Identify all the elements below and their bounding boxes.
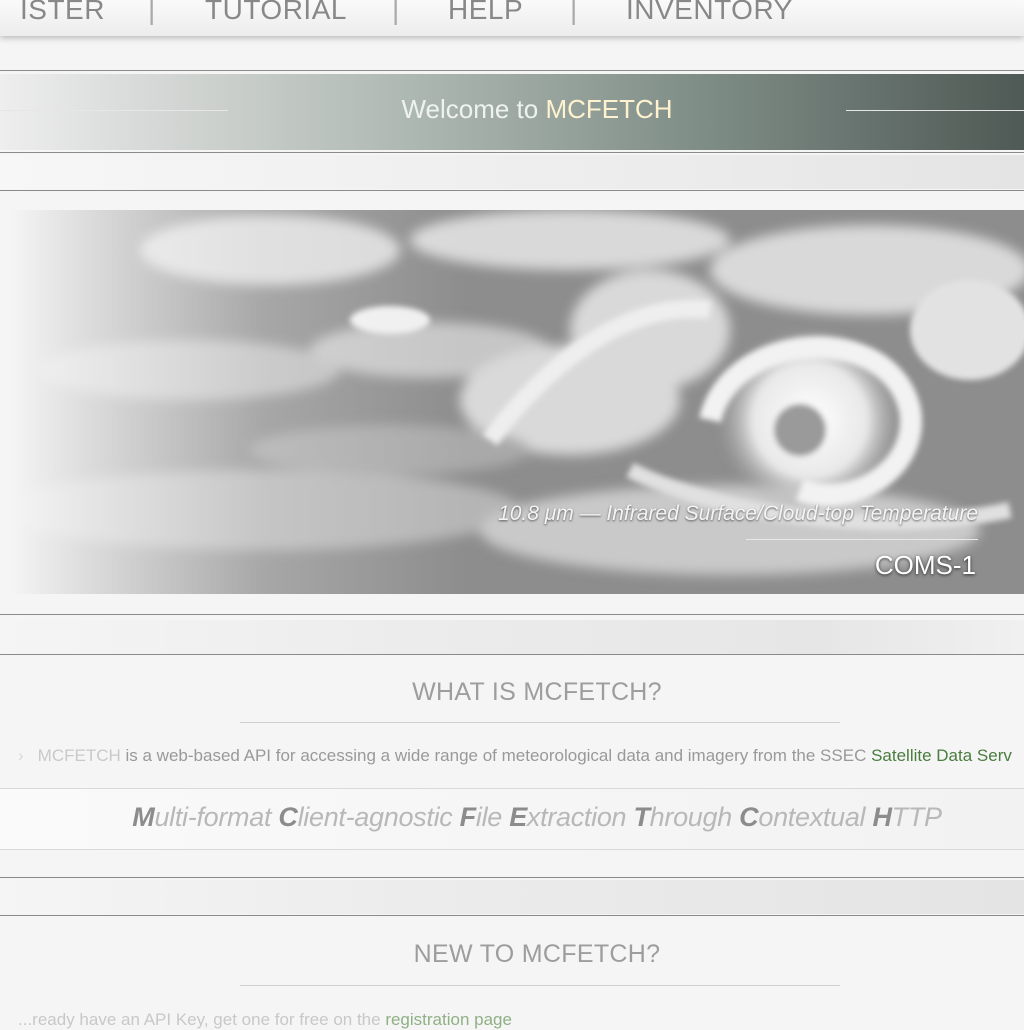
acronym-word: ulti-format: [154, 802, 279, 832]
acronym-word: ile: [475, 802, 510, 832]
caption-rule: [746, 539, 978, 540]
nav-separator: |: [392, 0, 400, 25]
what-is-description: › MCFETCH is a web-based API for accessin…: [18, 746, 1012, 766]
satellite-name: COMS-1: [874, 550, 976, 580]
welcome-prefix: Welcome to: [401, 94, 539, 124]
registration-page-link[interactable]: registration page: [385, 1010, 512, 1029]
decorative-band: [0, 155, 1024, 189]
divider: [0, 915, 1024, 916]
acronym-letter: C: [278, 802, 298, 832]
acronym-word: xtraction: [526, 802, 634, 832]
new-to-title: NEW TO MCFETCH?: [413, 940, 661, 968]
top-nav: ISTER | TUTORIAL | HELP | INVENTORY: [0, 0, 1024, 36]
image-caption: 10.8 μm — Infrared Surface/Cloud-top Tem…: [498, 502, 978, 525]
decorative-band: [0, 620, 1024, 654]
nav-register-link[interactable]: ISTER: [20, 0, 105, 26]
divider: [0, 152, 1024, 153]
acronym-word: TTP: [891, 802, 942, 832]
section-rule: [240, 985, 840, 986]
section-rule: [240, 722, 840, 723]
what-is-title: WHAT IS MCFETCH?: [412, 678, 662, 706]
welcome-banner: Welcome to MCFETCH: [0, 74, 1024, 150]
satellite-image: 10.8 μm — Infrared Surface/Cloud-top Tem…: [10, 210, 1024, 594]
decorative-band: [0, 880, 1024, 914]
acronym-letter: E: [509, 802, 527, 832]
image-fade: [10, 210, 1024, 594]
welcome-brand: MCFETCH: [545, 94, 673, 124]
divider: [0, 70, 1024, 71]
nav-help-link[interactable]: HELP: [448, 0, 523, 26]
nav-separator: |: [570, 0, 578, 25]
nav-inventory-link[interactable]: INVENTORY: [626, 0, 793, 26]
acronym-expansion: Multi-format Client-agnostic File Extrac…: [0, 802, 1024, 833]
chevron-right-icon: ›: [18, 746, 24, 765]
acronym-letter: C: [739, 802, 759, 832]
divider: [0, 614, 1024, 615]
acronym-box: Multi-format Client-agnostic File Extrac…: [0, 788, 1024, 850]
divider: [0, 654, 1024, 655]
acronym-word: hrough: [649, 802, 740, 832]
acronym-word: lient-agnostic: [297, 802, 460, 832]
divider: [0, 877, 1024, 878]
divider: [0, 190, 1024, 191]
description-text: is a web-based API for accessing a wide …: [120, 746, 872, 765]
brand-name: MCFETCH: [37, 746, 121, 765]
satellite-data-services-link[interactable]: Satellite Data Serv: [871, 746, 1012, 765]
intro-text: ...ready have an API Key, get one for fr…: [18, 1010, 386, 1029]
acronym-letter: M: [132, 802, 155, 832]
welcome-title: Welcome to MCFETCH: [0, 94, 1024, 125]
acronym-letter: H: [872, 802, 892, 832]
new-to-intro: ...ready have an API Key, get one for fr…: [18, 1010, 512, 1030]
nav-separator: |: [148, 0, 156, 25]
acronym-letter: F: [459, 802, 477, 832]
acronym-word: ontextual: [758, 802, 873, 832]
nav-tutorial-link[interactable]: TUTORIAL: [205, 0, 347, 26]
acronym-letter: T: [633, 802, 650, 832]
